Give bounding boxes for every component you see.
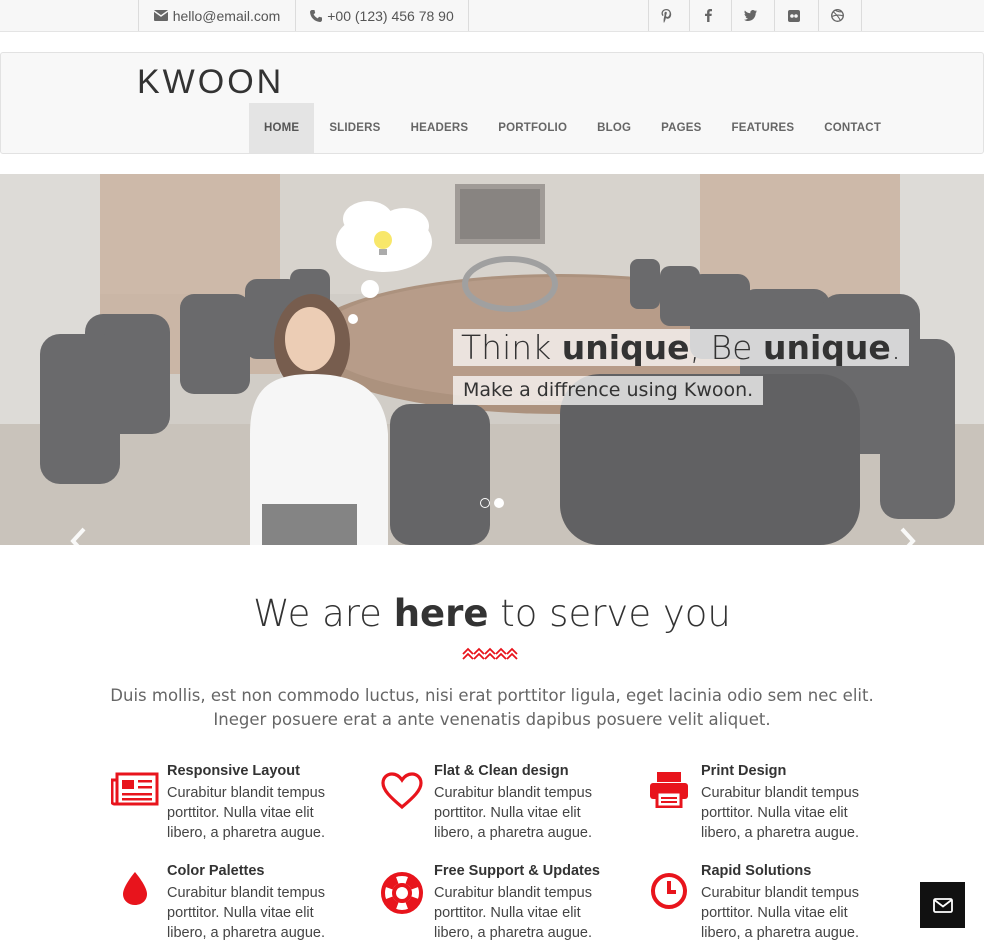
phone-icon xyxy=(310,9,323,22)
facebook-icon xyxy=(704,9,712,22)
top-bar: hello@email.com +00 (123) 456 78 90 xyxy=(0,0,984,32)
twitter-link[interactable] xyxy=(731,0,774,31)
feature-text: Curabitur blandit tempus porttitor. Null… xyxy=(701,785,859,841)
section-title: We are here to serve you xyxy=(0,592,984,635)
phone-contact[interactable]: +00 (123) 456 78 90 xyxy=(295,0,468,31)
printer-icon xyxy=(644,772,694,812)
heart-icon xyxy=(377,772,427,812)
dribbble-link[interactable] xyxy=(818,0,862,31)
pinterest-icon xyxy=(661,8,672,23)
flickr-icon xyxy=(788,9,800,22)
nav-item-home[interactable]: HOME xyxy=(249,103,315,153)
newspaper-icon xyxy=(110,772,160,812)
next-slide-arrow[interactable] xyxy=(896,526,920,545)
feature-text: Curabitur blandit tempus porttitor. Null… xyxy=(701,885,859,941)
hero-subcaption: Make a diffrence using Kwoon. xyxy=(453,376,764,405)
pinterest-link[interactable] xyxy=(648,0,689,31)
caption-text-3: . xyxy=(890,328,902,367)
email-contact[interactable]: hello@email.com xyxy=(138,0,295,31)
feature-responsive-layout: Responsive Layout Curabitur blandit temp… xyxy=(110,763,360,852)
caption-text-2: , Be xyxy=(689,328,763,367)
flickr-link[interactable] xyxy=(774,0,818,31)
dribbble-icon xyxy=(831,9,844,22)
hero-caption: Think unique, Be unique. xyxy=(453,328,910,367)
feature-title: Color Palettes xyxy=(167,863,265,879)
feature-title: Responsive Layout xyxy=(167,763,300,779)
nav-item-pages[interactable]: PAGES xyxy=(646,103,716,153)
chevron-left-icon xyxy=(70,527,86,545)
site-header: KWOON HOME SLIDERS HEADERS PORTFOLIO BLO… xyxy=(0,52,984,154)
envelope-icon xyxy=(153,10,168,21)
slider-pagination xyxy=(480,498,504,508)
nav-item-features[interactable]: FEATURES xyxy=(717,103,810,153)
caption-bold-2: unique xyxy=(762,328,891,367)
envelope-icon xyxy=(932,897,953,913)
feature-text: Curabitur blandit tempus porttitor. Null… xyxy=(167,785,325,841)
feature-text: Curabitur blandit tempus porttitor. Null… xyxy=(434,785,592,841)
title-text-2: to serve you xyxy=(488,592,731,635)
feature-title: Print Design xyxy=(701,763,787,779)
feature-title: Rapid Solutions xyxy=(701,863,812,879)
nav-item-sliders[interactable]: SLIDERS xyxy=(314,103,395,153)
nav-item-portfolio[interactable]: PORTFOLIO xyxy=(483,103,582,153)
facebook-link[interactable] xyxy=(689,0,731,31)
section-intro-text: Duis mollis, est non commodo luctus, nis… xyxy=(110,686,874,729)
feature-title: Free Support & Updates xyxy=(434,863,600,879)
lifebuoy-icon xyxy=(377,872,427,914)
nav-item-headers[interactable]: HEADERS xyxy=(396,103,484,153)
nav-item-contact[interactable]: CONTACT xyxy=(809,103,896,153)
nav-item-blog[interactable]: BLOG xyxy=(582,103,646,153)
chevrons-divider-icon xyxy=(462,647,518,660)
feature-rapid-solutions: Rapid Solutions Curabitur blandit tempus… xyxy=(644,863,894,952)
feature-text: Curabitur blandit tempus porttitor. Null… xyxy=(434,885,592,941)
logo-text: KWOON xyxy=(137,63,285,101)
prev-slide-arrow[interactable] xyxy=(66,526,90,545)
email-text: hello@email.com xyxy=(172,7,281,24)
feature-title: Flat & Clean design xyxy=(434,763,569,779)
site-logo[interactable]: KWOON xyxy=(137,63,284,102)
feature-flat-clean-design: Flat & Clean design Curabitur blandit te… xyxy=(377,763,627,852)
title-bold: here xyxy=(393,592,489,635)
chevron-right-icon xyxy=(900,527,916,545)
slide-dot-1[interactable] xyxy=(480,498,490,508)
slide-dot-2[interactable] xyxy=(494,498,504,508)
feature-text: Curabitur blandit tempus porttitor. Null… xyxy=(167,885,325,941)
clock-icon xyxy=(644,872,694,912)
phone-text: +00 (123) 456 78 90 xyxy=(327,7,454,24)
feature-print-design: Print Design Curabitur blandit tempus po… xyxy=(644,763,894,852)
feature-color-palettes: Color Palettes Curabitur blandit tempus … xyxy=(110,863,360,952)
drop-icon xyxy=(110,872,160,912)
floating-contact-button[interactable] xyxy=(920,882,965,928)
title-text-1: We are xyxy=(253,592,394,635)
caption-text-1: Think xyxy=(461,328,562,367)
topbar-spacer xyxy=(468,0,648,31)
main-nav: HOME SLIDERS HEADERS PORTFOLIO BLOG PAGE… xyxy=(249,103,896,153)
feature-free-support-updates: Free Support & Updates Curabitur blandit… xyxy=(377,863,627,952)
caption-bold-1: unique xyxy=(561,328,690,367)
twitter-icon xyxy=(744,10,757,21)
